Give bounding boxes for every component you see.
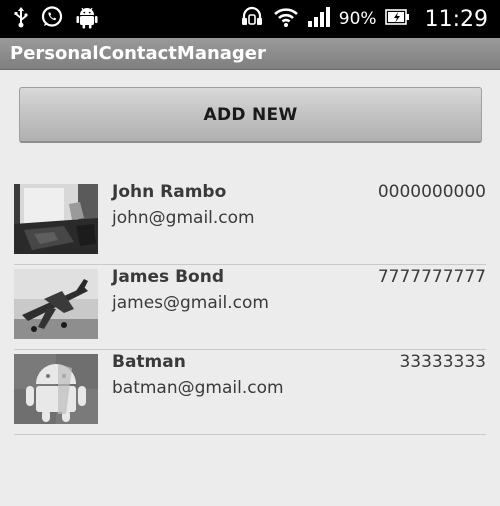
contact-photo-room — [14, 184, 98, 254]
contact-list: John Rambo john@gmail.com 0000000000 Jam… — [14, 180, 486, 435]
add-new-button-label: ADD NEW — [203, 104, 298, 125]
contact-phone: 0000000000 — [377, 182, 486, 202]
contact-phone: 7777777777 — [377, 267, 486, 287]
app-title: PersonalContactManager — [10, 43, 266, 64]
contact-row[interactable]: Batman batman@gmail.com 33333333 — [14, 350, 486, 435]
whatsapp-icon — [40, 5, 64, 33]
battery-icon — [384, 8, 411, 30]
contact-name: Batman — [112, 352, 186, 372]
signal-icon — [307, 6, 331, 32]
contact-name: John Rambo — [112, 182, 227, 202]
contact-row[interactable]: James Bond james@gmail.com 7777777777 — [14, 265, 486, 350]
status-bar: 90% 11:29 — [0, 0, 500, 38]
contact-photo-airplane — [14, 269, 98, 339]
wifi-icon — [273, 6, 299, 32]
android-icon — [76, 5, 98, 33]
contact-photo-android-robot — [14, 354, 98, 424]
notification-icons — [0, 5, 98, 33]
contact-email: batman@gmail.com — [112, 378, 284, 398]
contact-phone: 33333333 — [399, 352, 486, 372]
action-bar: PersonalContactManager — [0, 38, 500, 70]
contact-name: James Bond — [112, 267, 224, 287]
main-content: ADD NEW John Rambo john@gmail.com 000000… — [0, 70, 500, 506]
contact-row[interactable]: John Rambo john@gmail.com 0000000000 — [14, 180, 486, 265]
system-indicators: 90% 11:29 — [239, 5, 500, 33]
clock: 11:29 — [424, 6, 488, 32]
contact-email: john@gmail.com — [112, 208, 255, 228]
headset-icon — [239, 5, 265, 33]
contact-email: james@gmail.com — [112, 293, 269, 313]
usb-icon — [14, 6, 28, 32]
add-new-button[interactable]: ADD NEW — [19, 87, 482, 143]
battery-percentage: 90% — [338, 9, 377, 29]
